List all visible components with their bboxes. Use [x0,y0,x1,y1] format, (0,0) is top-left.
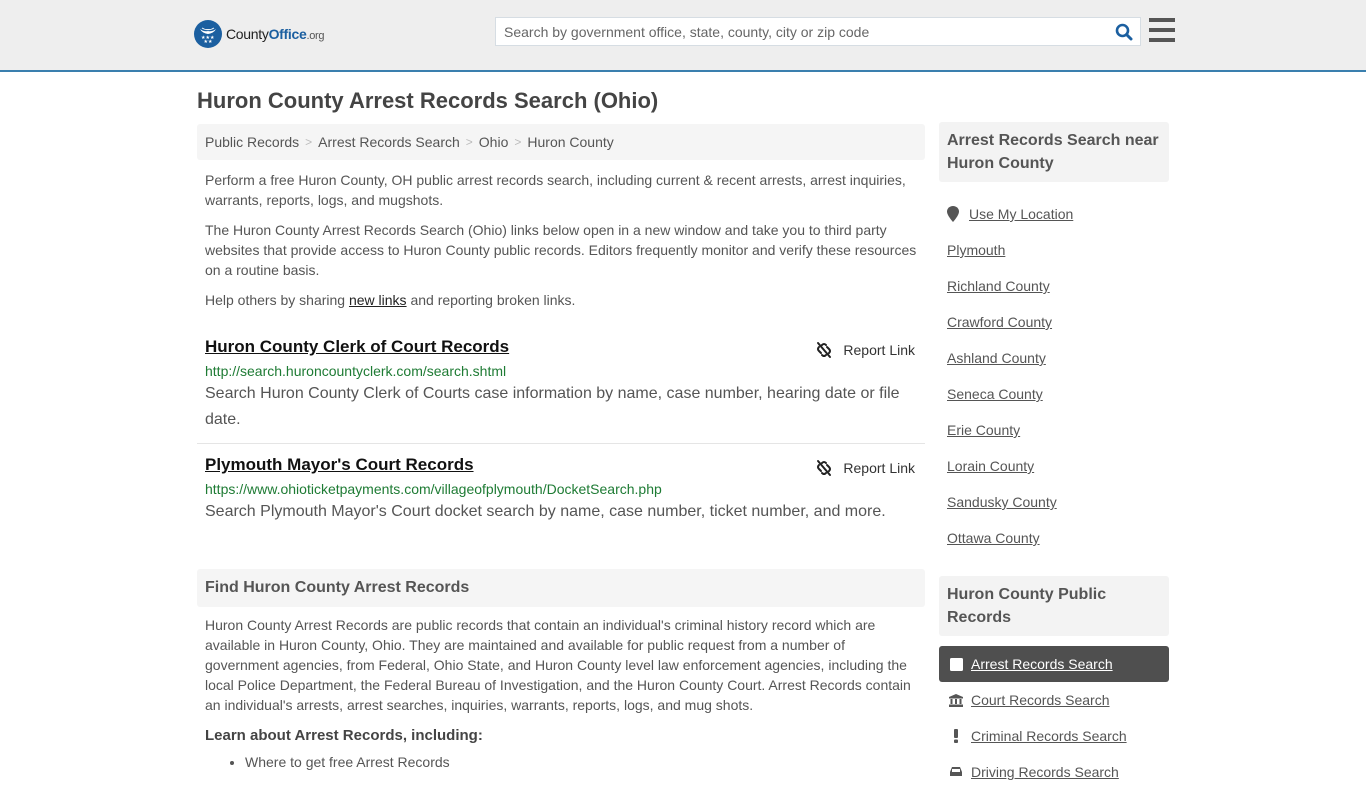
nearby-item: Lorain County [939,448,1169,484]
breadcrumb-separator: > [514,135,522,149]
search-button[interactable] [1108,18,1140,45]
search-bar [495,17,1141,46]
nearby-link-plymouth[interactable]: Plymouth [947,242,1005,258]
intro-paragraph: Perform a free Huron County, OH public a… [205,172,906,208]
hamburger-menu-icon[interactable] [1149,18,1175,42]
breadcrumb-ohio[interactable]: Ohio [479,134,509,150]
svg-text:★★: ★★ [204,39,213,45]
broken-link-icon [817,460,832,476]
square-icon [949,657,963,671]
nearby-link-sandusky-county[interactable]: Sandusky County [947,494,1057,510]
nearby-item: Richland County [939,268,1169,304]
results-list: Huron County Clerk of Court Records Repo… [197,326,925,535]
breadcrumb-arrest-records-search[interactable]: Arrest Records Search [318,134,460,150]
map-pin-icon [947,206,959,222]
report-link-button[interactable]: Report Link [815,459,915,477]
driving-records-search-link[interactable]: Driving Records Search [971,764,1119,780]
intro-text: Perform a free Huron County, OH public a… [197,170,925,310]
public-records-list: Arrest Records Search Court Records Sear… [939,646,1169,790]
result-description: Search Huron County Clerk of Courts case… [205,385,900,428]
breadcrumb-separator: > [305,135,313,149]
nearby-item: Crawford County [939,304,1169,340]
nearby-item: Plymouth [939,232,1169,268]
use-my-location-item: Use My Location [939,196,1169,232]
learn-list: Where to get free Arrest Records [197,752,925,772]
search-icon [1115,23,1133,40]
logo-wordmark: CountyOffice.org [226,26,325,42]
breadcrumb-separator: > [465,135,473,149]
eagle-stars-logo-icon: ★★★ ★★ [194,20,222,48]
main-content: Public Records > Arrest Records Search >… [197,124,925,772]
nearby-link-ashland-county[interactable]: Ashland County [947,350,1046,366]
report-link-button[interactable]: Report Link [815,341,915,359]
public-records-item-court[interactable]: Court Records Search [939,682,1169,718]
nearby-item: Ashland County [939,340,1169,376]
result-item: Huron County Clerk of Court Records Repo… [197,326,925,443]
use-my-location-link[interactable]: Use My Location [969,206,1073,222]
result-title-link[interactable]: Huron County Clerk of Court Records [205,336,509,358]
nearby-link-lorain-county[interactable]: Lorain County [947,458,1034,474]
nearby-link-richland-county[interactable]: Richland County [947,278,1050,294]
arrest-records-search-link[interactable]: Arrest Records Search [971,656,1113,672]
courthouse-icon [949,693,963,707]
share-links-paragraph: Help others by sharing new links and rep… [205,292,576,308]
breadcrumb: Public Records > Arrest Records Search >… [197,124,925,160]
nearby-item: Ottawa County [939,520,1169,556]
breadcrumb-huron-county[interactable]: Huron County [527,134,613,150]
result-title-link[interactable]: Plymouth Mayor's Court Records [205,454,474,476]
site-logo[interactable]: ★★★ ★★ CountyOffice.org [194,20,325,48]
nearby-list: Use My Location Plymouth Richland County… [939,196,1169,556]
nearby-heading: Arrest Records Search near Huron County [939,122,1169,182]
learn-list-item: Where to get free Arrest Records [245,752,925,772]
exclamation-icon [949,729,963,743]
court-records-search-link[interactable]: Court Records Search [971,692,1110,708]
result-item: Plymouth Mayor's Court Records Report Li… [197,443,925,535]
nearby-item: Erie County [939,412,1169,448]
sidebar: Arrest Records Search near Huron County … [939,122,1169,790]
find-records-body: Huron County Arrest Records are public r… [205,617,911,713]
nearby-item: Seneca County [939,376,1169,412]
breadcrumb-public-records[interactable]: Public Records [205,134,299,150]
result-url: https://www.ohioticketpayments.com/villa… [205,481,662,497]
learn-heading: Learn about Arrest Records, including: [205,727,483,744]
result-description: Search Plymouth Mayor's Court docket sea… [205,503,886,520]
public-records-item-criminal[interactable]: Criminal Records Search [939,718,1169,754]
result-url: http://search.huroncountyclerk.com/searc… [205,363,507,379]
new-links-link[interactable]: new links [349,292,407,308]
search-input[interactable] [496,18,1108,45]
page-title: Huron County Arrest Records Search (Ohio… [197,88,659,113]
find-records-heading: Find Huron County Arrest Records [197,569,925,607]
public-records-heading: Huron County Public Records [939,576,1169,636]
criminal-records-search-link[interactable]: Criminal Records Search [971,728,1127,744]
public-records-item-arrest[interactable]: Arrest Records Search [939,646,1169,682]
nearby-link-crawford-county[interactable]: Crawford County [947,314,1052,330]
nearby-item: Sandusky County [939,484,1169,520]
nearby-link-erie-county[interactable]: Erie County [947,422,1020,438]
nearby-link-ottawa-county[interactable]: Ottawa County [947,530,1040,546]
intro-paragraph: The Huron County Arrest Records Search (… [205,222,917,278]
nearby-link-seneca-county[interactable]: Seneca County [947,386,1043,402]
broken-link-icon [817,342,832,358]
site-header: ★★★ ★★ CountyOffice.org [0,0,1366,72]
public-records-item-driving[interactable]: Driving Records Search [939,754,1169,790]
